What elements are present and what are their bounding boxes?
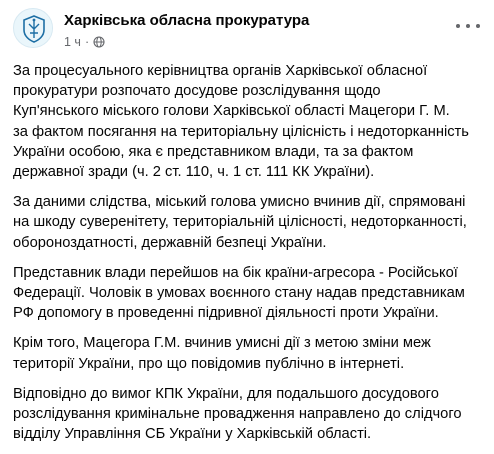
prosecutor-emblem-icon: [15, 10, 52, 47]
meta-separator: ·: [84, 35, 90, 49]
post-meta: 1 ч ·: [64, 35, 105, 49]
post-paragraph-4: Крім того, Мацегора Г.М. вчинив умисні д…: [13, 335, 431, 372]
post-paragraph-1: За процесуального керівництва органів Ха…: [13, 63, 469, 181]
post-header: Харківська обласна прокуратура 1 ч ·: [13, 6, 494, 52]
page-name[interactable]: Харківська обласна прокуратура: [64, 12, 309, 29]
post-paragraph-2: За даними слідства, міський голова умисн…: [13, 194, 467, 251]
post-paragraph-3: Представник влади перейшов на бік країни…: [13, 264, 465, 322]
facebook-post: Харківська обласна прокуратура 1 ч · За …: [0, 0, 494, 446]
more-options-icon[interactable]: [456, 20, 480, 32]
globe-icon: [93, 36, 105, 48]
post-time[interactable]: 1 ч: [64, 35, 81, 49]
page-avatar[interactable]: [13, 8, 53, 48]
post-text: За процесуального керівництва органів Ха…: [13, 61, 483, 454]
post-paragraph-5: Відповідно до вимог КПК України, для под…: [13, 385, 462, 443]
